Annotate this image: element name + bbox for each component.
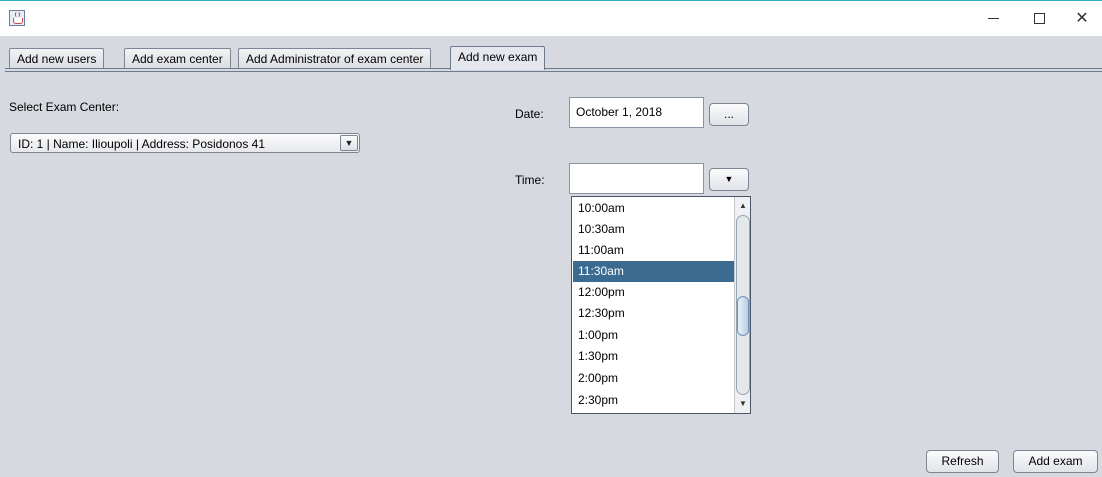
time-option-1200pm[interactable]: 12:00pm — [573, 282, 734, 303]
time-option-230pm[interactable]: 2:30pm — [573, 390, 734, 411]
time-option-1230pm[interactable]: 12:30pm — [573, 303, 734, 324]
add-exam-button[interactable]: Add exam — [1013, 450, 1098, 473]
minimize-icon — [987, 18, 999, 19]
time-dropdown-button[interactable]: ▼ — [709, 168, 749, 191]
time-option-100pm[interactable]: 1:00pm — [573, 325, 734, 346]
close-icon: ✕ — [1075, 9, 1089, 27]
time-field[interactable] — [569, 163, 704, 194]
time-option-130pm[interactable]: 1:30pm — [573, 346, 734, 367]
time-option-200pm[interactable]: 2:00pm — [573, 368, 734, 389]
time-option-1030am[interactable]: 10:30am — [573, 219, 734, 240]
exam-center-combo[interactable]: ID: 1 | Name: Ilioupoli | Address: Posid… — [10, 133, 360, 153]
time-option-1130am[interactable]: 11:30am — [573, 261, 734, 282]
time-option-1000am[interactable]: 10:00am — [573, 198, 734, 219]
exam-center-label: Select Exam Center: — [9, 100, 120, 114]
time-list-scrollbar[interactable]: ▲ ▼ — [734, 197, 750, 413]
tab-add-new-users[interactable]: Add new users — [9, 48, 105, 70]
time-label: Time: — [515, 173, 545, 187]
scroll-down-arrow-icon[interactable]: ▼ — [736, 397, 750, 411]
time-dropdown-list[interactable]: 10:00am 10:30am 11:00am 11:30am 12:00pm … — [571, 196, 751, 414]
maximize-icon — [1033, 13, 1045, 24]
chevron-down-icon[interactable]: ▼ — [340, 135, 358, 151]
date-field[interactable]: October 1, 2018 — [569, 97, 704, 128]
tab-add-new-exam[interactable]: Add new exam — [450, 46, 546, 70]
scroll-thumb[interactable] — [737, 296, 749, 336]
scroll-track[interactable] — [736, 215, 750, 395]
date-label: Date: — [515, 107, 544, 121]
exam-center-selected: ID: 1 | Name: Ilioupoli | Address: Posid… — [18, 137, 266, 151]
java-app-icon — [9, 10, 25, 26]
minimize-button[interactable] — [970, 1, 1016, 36]
date-picker-button[interactable]: ... — [709, 103, 749, 126]
tab-separator — [5, 68, 1102, 72]
chevron-down-icon: ▼ — [724, 174, 734, 184]
refresh-button[interactable]: Refresh — [926, 450, 999, 473]
tab-add-administrator[interactable]: Add Administrator of exam center — [238, 48, 432, 70]
maximize-button[interactable] — [1016, 1, 1062, 36]
close-button[interactable]: ✕ — [1062, 1, 1102, 36]
tab-add-exam-center[interactable]: Add exam center — [124, 48, 231, 70]
title-bar: ✕ — [0, 0, 1102, 36]
time-option-1100am[interactable]: 11:00am — [573, 240, 734, 261]
scroll-up-arrow-icon[interactable]: ▲ — [736, 199, 750, 213]
